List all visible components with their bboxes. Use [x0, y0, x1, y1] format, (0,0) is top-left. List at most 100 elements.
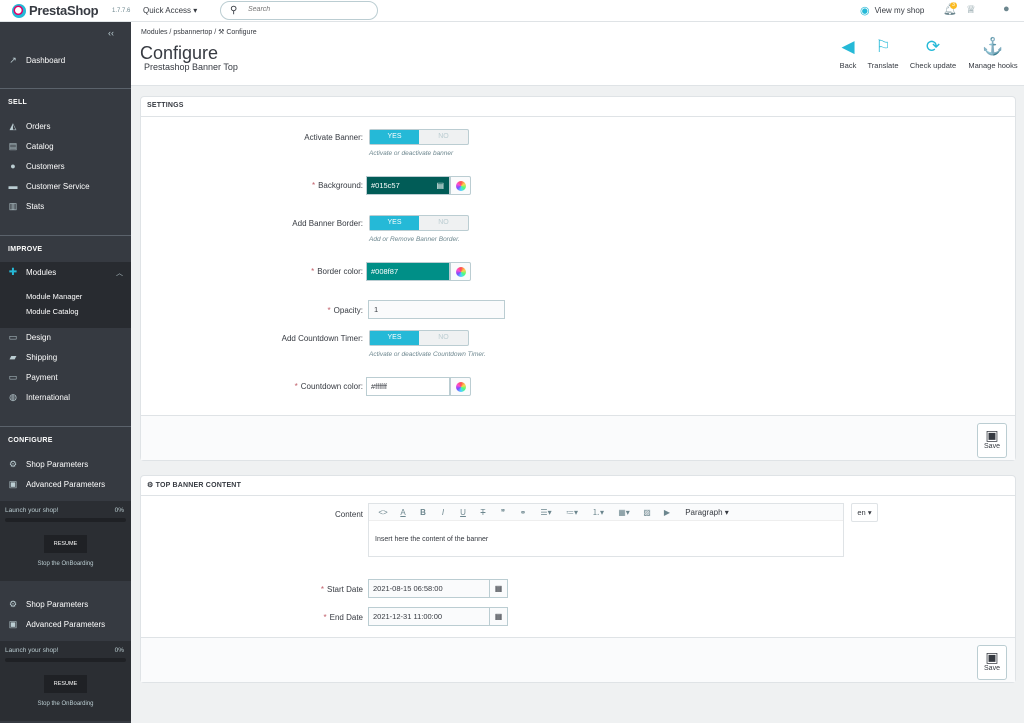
translate-button[interactable]: ⚐ Translate — [855, 37, 911, 71]
switch-yes[interactable]: YES — [370, 130, 419, 144]
color-wheel-icon — [456, 382, 466, 392]
breadcrumb-modules[interactable]: Modules — [141, 29, 167, 36]
search-icon[interactable]: ⚲ — [230, 5, 237, 16]
sidebar-item-module-catalog[interactable]: Module Catalog — [26, 307, 79, 316]
breadcrumb-psbannertop[interactable]: psbannertop — [173, 29, 212, 36]
collapse-sidebar-icon[interactable]: ‹‹ — [108, 28, 114, 38]
settings-box-icon: ▣ — [8, 478, 18, 489]
switch-no[interactable]: NO — [419, 130, 468, 144]
sidebar-item-payment[interactable]: ▭ Payment — [0, 367, 131, 387]
image-icon[interactable]: ▨ — [637, 508, 657, 517]
onboarding-label: Launch your shop! — [5, 507, 59, 514]
sidebar-item-shop-parameters[interactable]: ⚙ Shop Parameters — [0, 594, 131, 614]
switch-no[interactable]: NO — [419, 331, 468, 345]
stop-onboarding-link[interactable]: Stop the OnBoarding — [0, 561, 131, 567]
resume-button[interactable]: RESUME — [44, 675, 87, 693]
breadcrumb: Modules / psbannertop / ⚒ Configure — [141, 29, 257, 36]
view-my-shop-label: View my shop — [874, 6, 925, 15]
sidebar-item-module-manager[interactable]: Module Manager — [26, 292, 82, 301]
switch-no[interactable]: NO — [419, 216, 468, 230]
sidebar-item-international[interactable]: ◍ International — [0, 387, 131, 407]
editor-body[interactable]: Insert here the content of the banner — [369, 521, 843, 558]
rich-text-editor[interactable]: <> A B I U T ❞ ⚭ ☰▾ ≔▾ ⒈▾ ▦▾ ▨ ▶ Paragra… — [368, 503, 844, 557]
brand-name: PrestaShop — [29, 3, 99, 18]
source-code-icon[interactable]: <> — [373, 508, 393, 517]
sidebar-item-design[interactable]: ▭ Design — [0, 327, 131, 347]
modules-group: ✚ Modules ︿ Module Manager Module Catalo… — [0, 262, 131, 328]
prestashop-logo[interactable]: PrestaShop — [12, 3, 99, 18]
notification-badge: 3 — [950, 2, 957, 9]
floppy-icon: ▣ — [985, 649, 999, 665]
settings-panel: SETTINGS Activate Banner: YES NO Activat… — [140, 96, 1016, 461]
sidebar-item-stats[interactable]: ▥ Stats — [0, 196, 131, 216]
check-update-button[interactable]: ⟳ Check update — [905, 37, 961, 71]
truck-icon: ▰ — [9, 351, 17, 362]
italic-icon[interactable]: I — [433, 508, 453, 517]
view-my-shop-link[interactable]: ◉ View my shop — [860, 4, 924, 17]
sidebar-item-modules[interactable]: ✚ Modules ︿ — [0, 262, 131, 283]
sidebar-item-orders[interactable]: ◭ Orders — [0, 116, 131, 136]
color-picker-button[interactable] — [450, 262, 471, 281]
strikethrough-icon[interactable]: T — [473, 508, 493, 517]
text-color-icon[interactable]: A — [393, 508, 413, 517]
card-icon: ▭ — [8, 371, 18, 382]
calendar-icon[interactable]: ▦ — [489, 608, 507, 625]
breadcrumb-configure[interactable]: Configure — [226, 29, 256, 36]
section-heading-improve: IMPROVE — [8, 246, 43, 253]
search-box[interactable]: ⚲ — [220, 1, 378, 20]
stop-onboarding-link[interactable]: Stop the OnBoarding — [0, 701, 131, 707]
activate-banner-switch[interactable]: YES NO — [369, 129, 469, 145]
numbered-list-icon[interactable]: ⒈▾ — [585, 507, 611, 518]
flag-icon: ⚐ — [875, 37, 891, 56]
save-button[interactable]: ▣ Save — [977, 645, 1007, 680]
color-picker-button[interactable] — [450, 176, 471, 195]
sidebar: ‹‹ ↗ Dashboard SELL ◭ Orders ▤ Catalog ● Cus… — [0, 22, 131, 723]
save-button[interactable]: ▣ Save — [977, 423, 1007, 458]
search-input[interactable] — [248, 6, 368, 13]
paragraph-dropdown[interactable]: Paragraph ▾ — [677, 508, 737, 517]
add-banner-border-switch[interactable]: YES NO — [369, 215, 469, 231]
sidebar-item-advanced-parameters[interactable]: ▣ Advanced Parameters — [0, 614, 131, 634]
switch-yes[interactable]: YES — [370, 216, 419, 230]
wrench-icon: ⚒ — [218, 29, 225, 36]
media-icon[interactable]: ▶ — [657, 508, 677, 517]
sidebar-item-shop-parameters[interactable]: ⚙ Shop Parameters — [0, 454, 131, 474]
resume-button[interactable]: RESUME — [44, 535, 87, 553]
editor-toolbar: <> A B I U T ❞ ⚭ ☰▾ ≔▾ ⒈▾ ▦▾ ▨ ▶ Paragra… — [369, 504, 843, 521]
globe-icon: ◍ — [9, 391, 17, 402]
trophy-icon[interactable]: ♕ — [966, 3, 976, 16]
eye-icon: ◉ — [860, 5, 870, 17]
add-banner-border-help: Add or Remove Banner Border. — [369, 236, 460, 243]
color-picker-button[interactable] — [450, 377, 471, 396]
switch-yes[interactable]: YES — [370, 331, 419, 345]
quick-access-dropdown[interactable]: Quick Access ▾ — [143, 6, 197, 15]
align-icon[interactable]: ☰▾ — [533, 508, 559, 517]
account-icon[interactable]: ● — [1003, 3, 1010, 15]
border-color-input[interactable]: #008f87 — [366, 262, 450, 281]
end-date-input[interactable]: 2021-12-31 11:00:00 ▦ — [368, 607, 508, 626]
start-date-input[interactable]: 2021-08-15 06:58:00 ▦ — [368, 579, 508, 598]
add-countdown-timer-switch[interactable]: YES NO — [369, 330, 469, 346]
sidebar-item-dashboard[interactable]: ↗ Dashboard — [0, 50, 131, 70]
bullet-list-icon[interactable]: ≔▾ — [559, 508, 585, 517]
blockquote-icon[interactable]: ❞ — [493, 508, 513, 517]
sidebar-item-customers[interactable]: ● Customers — [0, 156, 131, 176]
sidebar-item-shipping[interactable]: ▰ Shipping — [0, 347, 131, 367]
background-color-input[interactable]: #015c57 ▤ — [366, 176, 450, 195]
sidebar-item-catalog[interactable]: ▤ Catalog — [0, 136, 131, 156]
refresh-icon: ⟳ — [925, 37, 941, 56]
countdown-color-input[interactable]: #ffffff — [366, 377, 450, 396]
section-heading-sell: SELL — [8, 99, 28, 106]
language-dropdown[interactable]: en ▾ — [851, 503, 878, 522]
underline-icon[interactable]: U — [453, 508, 473, 517]
end-date-label: * End Date — [323, 613, 363, 622]
page-subtitle: Prestashop Banner Top — [144, 62, 238, 72]
bold-icon[interactable]: B — [413, 508, 433, 517]
calendar-icon[interactable]: ▦ — [489, 580, 507, 597]
sidebar-item-customer-service[interactable]: ▬ Customer Service — [0, 176, 131, 196]
opacity-input[interactable]: 1 — [368, 300, 505, 319]
sidebar-item-advanced-parameters[interactable]: ▣ Advanced Parameters — [0, 474, 131, 494]
table-icon[interactable]: ▦▾ — [611, 508, 637, 517]
link-icon[interactable]: ⚭ — [513, 508, 533, 517]
manage-hooks-button[interactable]: ⚓ Manage hooks — [964, 38, 1022, 71]
